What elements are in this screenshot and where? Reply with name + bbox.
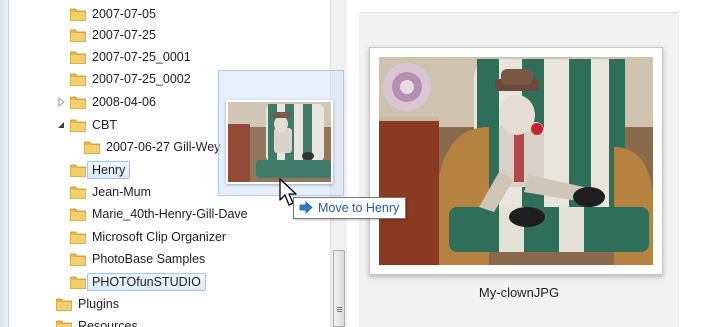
tree-item-label: 2008-04-06 <box>92 95 156 109</box>
tree-item-drop-target[interactable]: Henry <box>70 159 131 181</box>
tree-item-label: CBT <box>92 118 117 132</box>
folder-icon <box>56 298 72 311</box>
folder-icon <box>70 186 86 199</box>
grip-line <box>337 307 342 308</box>
move-arrow-icon <box>299 201 313 214</box>
folder-icon <box>70 73 86 86</box>
folder-icon <box>70 51 86 64</box>
tree-item-label: Jean-Mum <box>92 185 152 199</box>
tree-item-label: Henry <box>87 161 131 179</box>
tree-item[interactable]: 2007-07-25_0001 <box>70 46 191 68</box>
tree-item-expandable[interactable]: 2008-04-06 <box>58 91 156 113</box>
folder-icon <box>70 253 86 266</box>
folder-icon <box>70 119 86 132</box>
folder-icon <box>70 8 86 21</box>
tree-item-label: 2007-07-25 <box>92 28 156 42</box>
drag-thumbnail-image <box>226 100 333 184</box>
tree-item[interactable]: 2007-07-05 <box>70 3 156 25</box>
tree-item[interactable]: Jean-Mum <box>70 181 151 203</box>
grip-line <box>337 311 342 312</box>
grip-line <box>337 309 342 310</box>
folder-icon <box>70 231 86 244</box>
folder-icon <box>70 96 86 109</box>
file-name-label: My-clownJPG <box>478 285 560 300</box>
tree-item-expanded[interactable]: CBT <box>58 114 117 136</box>
tree-item[interactable]: Marie_40th-Henry-Gill-Dave <box>70 203 248 225</box>
tree-item[interactable]: 2007-07-25 <box>70 24 156 46</box>
tree-item-label: 2007-07-25_0002 <box>92 72 191 86</box>
folder-icon <box>70 29 86 42</box>
tree-item-label: Microsoft Clip Organizer <box>92 230 227 244</box>
file-thumbnail[interactable] <box>369 47 663 275</box>
content-header-strip <box>359 0 679 13</box>
window-edge <box>679 0 714 327</box>
tree-item[interactable]: 2007-06-27 Gill-Wey <box>84 136 220 158</box>
tree-left-border <box>0 0 9 327</box>
folder-icon <box>70 276 86 289</box>
folder-icon <box>70 164 86 177</box>
tree-item[interactable]: PhotoBase Samples <box>70 248 205 270</box>
tree-item-label: 2007-07-05 <box>92 7 156 21</box>
clown-photo-image <box>379 57 653 265</box>
folder-icon <box>84 141 100 154</box>
expand-arrow-icon[interactable] <box>56 97 66 107</box>
folder-icon <box>56 320 72 327</box>
collapse-arrow-icon[interactable] <box>56 120 66 130</box>
tree-item-label: 2007-07-25_0001 <box>92 50 191 64</box>
drag-tooltip: Move to Henry <box>293 197 407 219</box>
tree-item-label: PhotoBase Samples <box>92 252 206 266</box>
tree-item-label: Marie_40th-Henry-Gill-Dave <box>92 207 248 221</box>
tree-item-label: Plugins <box>78 297 119 311</box>
scrollbar-thumb[interactable] <box>333 250 345 327</box>
drag-tooltip-text: Move to Henry <box>318 201 400 215</box>
tree-item[interactable]: 2007-07-25_0002 <box>70 68 191 90</box>
tree-item-label: Resources <box>78 319 138 327</box>
tree-item-label: PHOTOfunSTUDIO <box>87 273 206 291</box>
folder-icon <box>70 208 86 221</box>
tree-item[interactable]: Resources <box>56 315 138 327</box>
tree-item-label: 2007-06-27 Gill-Wey <box>106 140 221 154</box>
tree-item[interactable]: Plugins <box>56 293 119 315</box>
pane-divider[interactable] <box>347 0 359 327</box>
tree-item-selected[interactable]: PHOTOfunSTUDIO <box>70 271 206 293</box>
tree-item[interactable]: Microsoft Clip Organizer <box>70 226 226 248</box>
